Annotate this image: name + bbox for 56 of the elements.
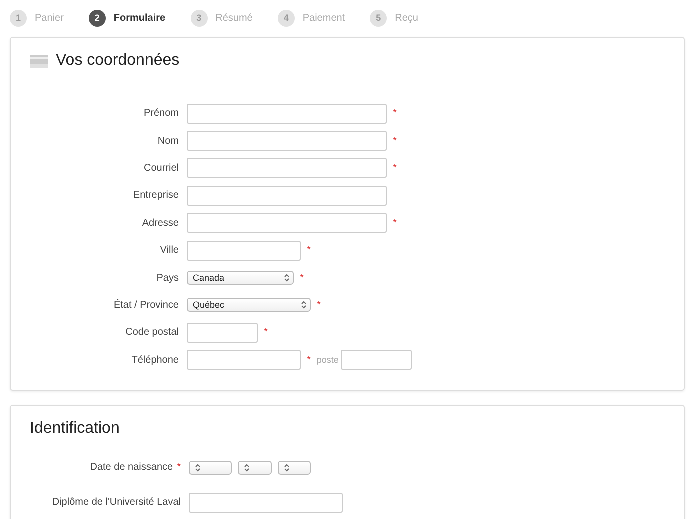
- select-field[interactable]: [238, 460, 272, 475]
- step-label[interactable]: Paiement: [302, 12, 346, 24]
- field-label: Ville: [160, 245, 179, 256]
- required-mark: *: [307, 245, 311, 256]
- input-field[interactable]: [187, 240, 301, 261]
- select-field[interactable]: Canada: [187, 271, 294, 286]
- field-label: Téléphone: [132, 354, 179, 366]
- input-field[interactable]: [187, 104, 387, 124]
- required-mark: *: [393, 162, 397, 174]
- input-field[interactable]: [187, 322, 258, 343]
- extension-label: poste: [316, 355, 339, 366]
- field-label: Nom: [158, 136, 179, 147]
- step-number: 5: [370, 10, 388, 26]
- step-label[interactable]: Panier: [35, 12, 64, 24]
- field-label: Diplôme de l'Université Laval: [52, 497, 181, 508]
- step-label[interactable]: Résumé: [216, 12, 253, 24]
- field-label: Courriel: [144, 162, 179, 174]
- input-field[interactable]: [187, 186, 387, 206]
- input-field[interactable]: [340, 350, 412, 370]
- input-field[interactable]: [187, 158, 387, 178]
- step-number: 2: [88, 10, 106, 26]
- chevron-icon: [301, 301, 307, 310]
- select-field[interactable]: [189, 460, 232, 475]
- field-label: Code postal: [126, 327, 179, 338]
- chevron-icon: [284, 464, 290, 472]
- required-mark: *: [317, 300, 321, 311]
- input-field[interactable]: [187, 213, 387, 234]
- field-label: Pays: [156, 272, 179, 284]
- required-mark: *: [307, 354, 311, 366]
- section-title: Vos coordonnées: [56, 52, 180, 70]
- field-label: Date de naissance: [90, 462, 174, 474]
- section-title: Identification: [30, 420, 120, 438]
- select-field[interactable]: Québec: [187, 298, 311, 312]
- required-mark: *: [300, 272, 304, 284]
- step-number: 1: [10, 10, 27, 26]
- field-label: État / Province: [114, 300, 179, 311]
- field-label: Entreprise: [133, 190, 179, 202]
- input-field[interactable]: [189, 492, 343, 513]
- field-label: Prénom: [144, 108, 179, 120]
- input-field[interactable]: [187, 131, 387, 152]
- required-mark: *: [177, 462, 181, 474]
- step-number: 3: [190, 10, 208, 26]
- step-number: 4: [278, 10, 295, 26]
- required-mark: *: [393, 108, 397, 120]
- required-mark: *: [393, 136, 397, 147]
- select-field[interactable]: [278, 460, 311, 475]
- input-field[interactable]: [187, 350, 301, 370]
- step-label[interactable]: Formulaire: [114, 12, 166, 24]
- chevron-icon: [284, 274, 290, 282]
- step-label[interactable]: Reçu: [395, 12, 418, 24]
- card-icon: [30, 54, 48, 68]
- chevron-icon: [195, 464, 201, 472]
- chevron-icon: [244, 464, 250, 472]
- required-mark: *: [264, 327, 268, 338]
- field-label: Adresse: [142, 218, 179, 229]
- required-mark: *: [393, 218, 397, 229]
